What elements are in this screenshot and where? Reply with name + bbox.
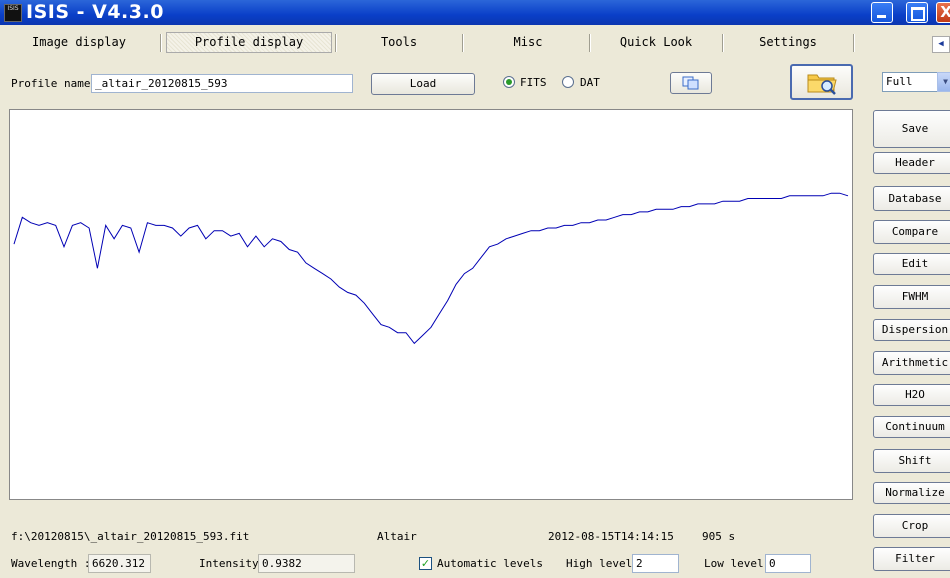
folder-search-icon	[807, 74, 837, 95]
low-level-input[interactable]: 0	[765, 554, 811, 573]
radio-selected-dot	[506, 79, 512, 85]
wavelength-field: 6620.312	[88, 554, 151, 573]
tab-bar: Image display Profile display Tools Misc…	[4, 29, 854, 55]
maximize-button[interactable]	[906, 2, 928, 23]
dispersion-button[interactable]: Dispersion	[873, 319, 950, 341]
tab-separator	[722, 34, 723, 52]
spectrum-line	[13, 192, 849, 345]
window-title: ISIS - V4.3.0	[26, 1, 164, 23]
load-button[interactable]: Load	[371, 73, 475, 95]
app-icon: ISIS	[4, 4, 22, 22]
h2o-button[interactable]: H2O	[873, 384, 950, 406]
observation-date: 2012-08-15T14:14:15	[548, 530, 674, 543]
profile-name-input[interactable]: _altair_20120815_593	[91, 74, 353, 93]
continuum-button[interactable]: Continuum	[873, 416, 950, 438]
fwhm-button[interactable]: FWHM	[873, 285, 950, 309]
profile-plot[interactable]	[9, 109, 853, 500]
profile-name-label: Profile name	[11, 77, 91, 90]
auto-levels-checkbox[interactable]: ✓	[419, 557, 432, 570]
edit-button[interactable]: Edit	[873, 253, 950, 275]
normalize-button[interactable]: Normalize	[873, 482, 950, 504]
arithmetic-button[interactable]: Arithmetic	[873, 351, 950, 375]
chevron-left-icon[interactable]: ◀	[932, 36, 950, 53]
header-button[interactable]: Header	[873, 152, 950, 174]
close-button[interactable]: X	[936, 2, 950, 23]
tab-quick-look[interactable]: Quick Look	[592, 29, 720, 55]
intensity-label: Intensity	[199, 557, 259, 570]
radio-fits-label: FITS	[520, 76, 547, 89]
zoom-select[interactable]: Full ▼	[882, 72, 950, 92]
tab-settings[interactable]: Settings	[724, 29, 852, 55]
copy-icon	[682, 76, 699, 90]
wavelength-label: Wavelength :	[11, 557, 91, 570]
radio-dat-label: DAT	[580, 76, 600, 89]
high-level-input[interactable]: 2	[632, 554, 679, 573]
chevron-down-icon[interactable]: ▼	[937, 72, 950, 92]
tab-separator	[589, 34, 590, 52]
radio-dat[interactable]	[562, 76, 574, 88]
title-bar: ISIS ISIS - V4.3.0	[0, 0, 950, 25]
open-folder-button[interactable]	[790, 64, 853, 100]
exposure-time: 905 s	[702, 530, 736, 543]
save-button[interactable]: Save	[873, 110, 950, 148]
object-name: Altair	[377, 530, 417, 543]
copy-button[interactable]	[670, 72, 712, 94]
tab-image-display[interactable]: Image display	[4, 29, 154, 55]
zoom-select-value: Full	[886, 75, 913, 88]
tab-separator	[335, 34, 336, 52]
compare-button[interactable]: Compare	[873, 220, 950, 244]
low-level-label: Low level	[704, 557, 764, 570]
spectrum-chart	[13, 192, 849, 345]
intensity-field: 0.9382	[258, 554, 355, 573]
tab-profile-display[interactable]: Profile display	[166, 32, 332, 53]
tab-tools[interactable]: Tools	[340, 29, 458, 55]
tab-misc[interactable]: Misc	[466, 29, 590, 55]
high-level-label: High level	[566, 557, 633, 570]
radio-fits[interactable]	[503, 76, 515, 88]
database-button[interactable]: Database	[873, 186, 950, 211]
tab-separator	[853, 34, 854, 52]
shift-button[interactable]: Shift	[873, 449, 950, 473]
minimize-button[interactable]	[871, 2, 893, 23]
crop-button[interactable]: Crop	[873, 514, 950, 538]
tab-separator	[462, 34, 463, 52]
filter-button[interactable]: Filter	[873, 547, 950, 571]
auto-levels-label: Automatic levels	[437, 557, 543, 570]
file-path: f:\20120815\_altair_20120815_593.fit	[11, 530, 250, 543]
tab-separator	[160, 34, 161, 52]
